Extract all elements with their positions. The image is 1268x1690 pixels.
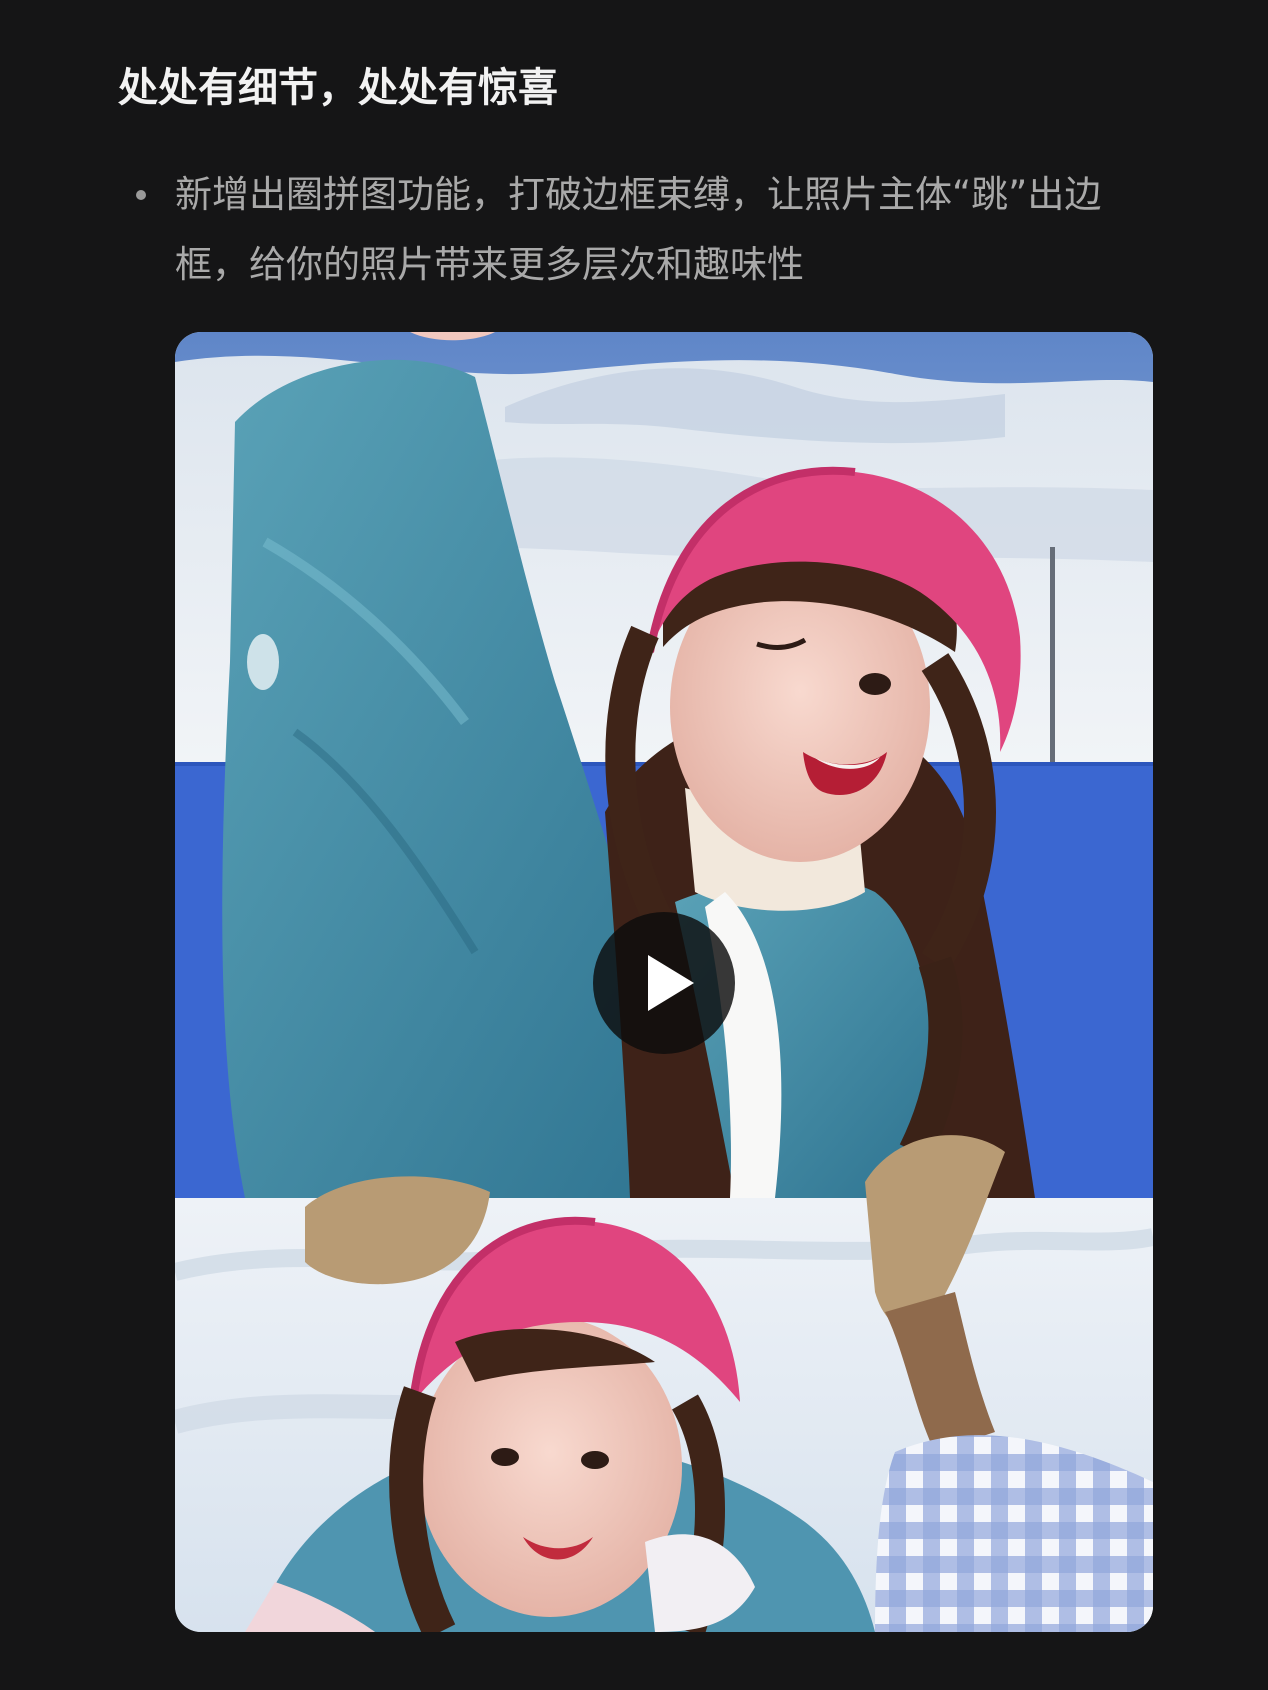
section-heading: 处处有细节，处处有惊喜	[118, 65, 558, 111]
collage-video-preview[interactable]	[175, 332, 1153, 1632]
play-icon	[648, 955, 694, 1011]
feature-description: 新增出圈拼图功能，打破边框束缚，让照片主体“跳”出边框，给你的照片带来更多层次和…	[175, 173, 1102, 286]
play-button[interactable]	[593, 912, 735, 1054]
bullet-dot	[136, 190, 146, 200]
